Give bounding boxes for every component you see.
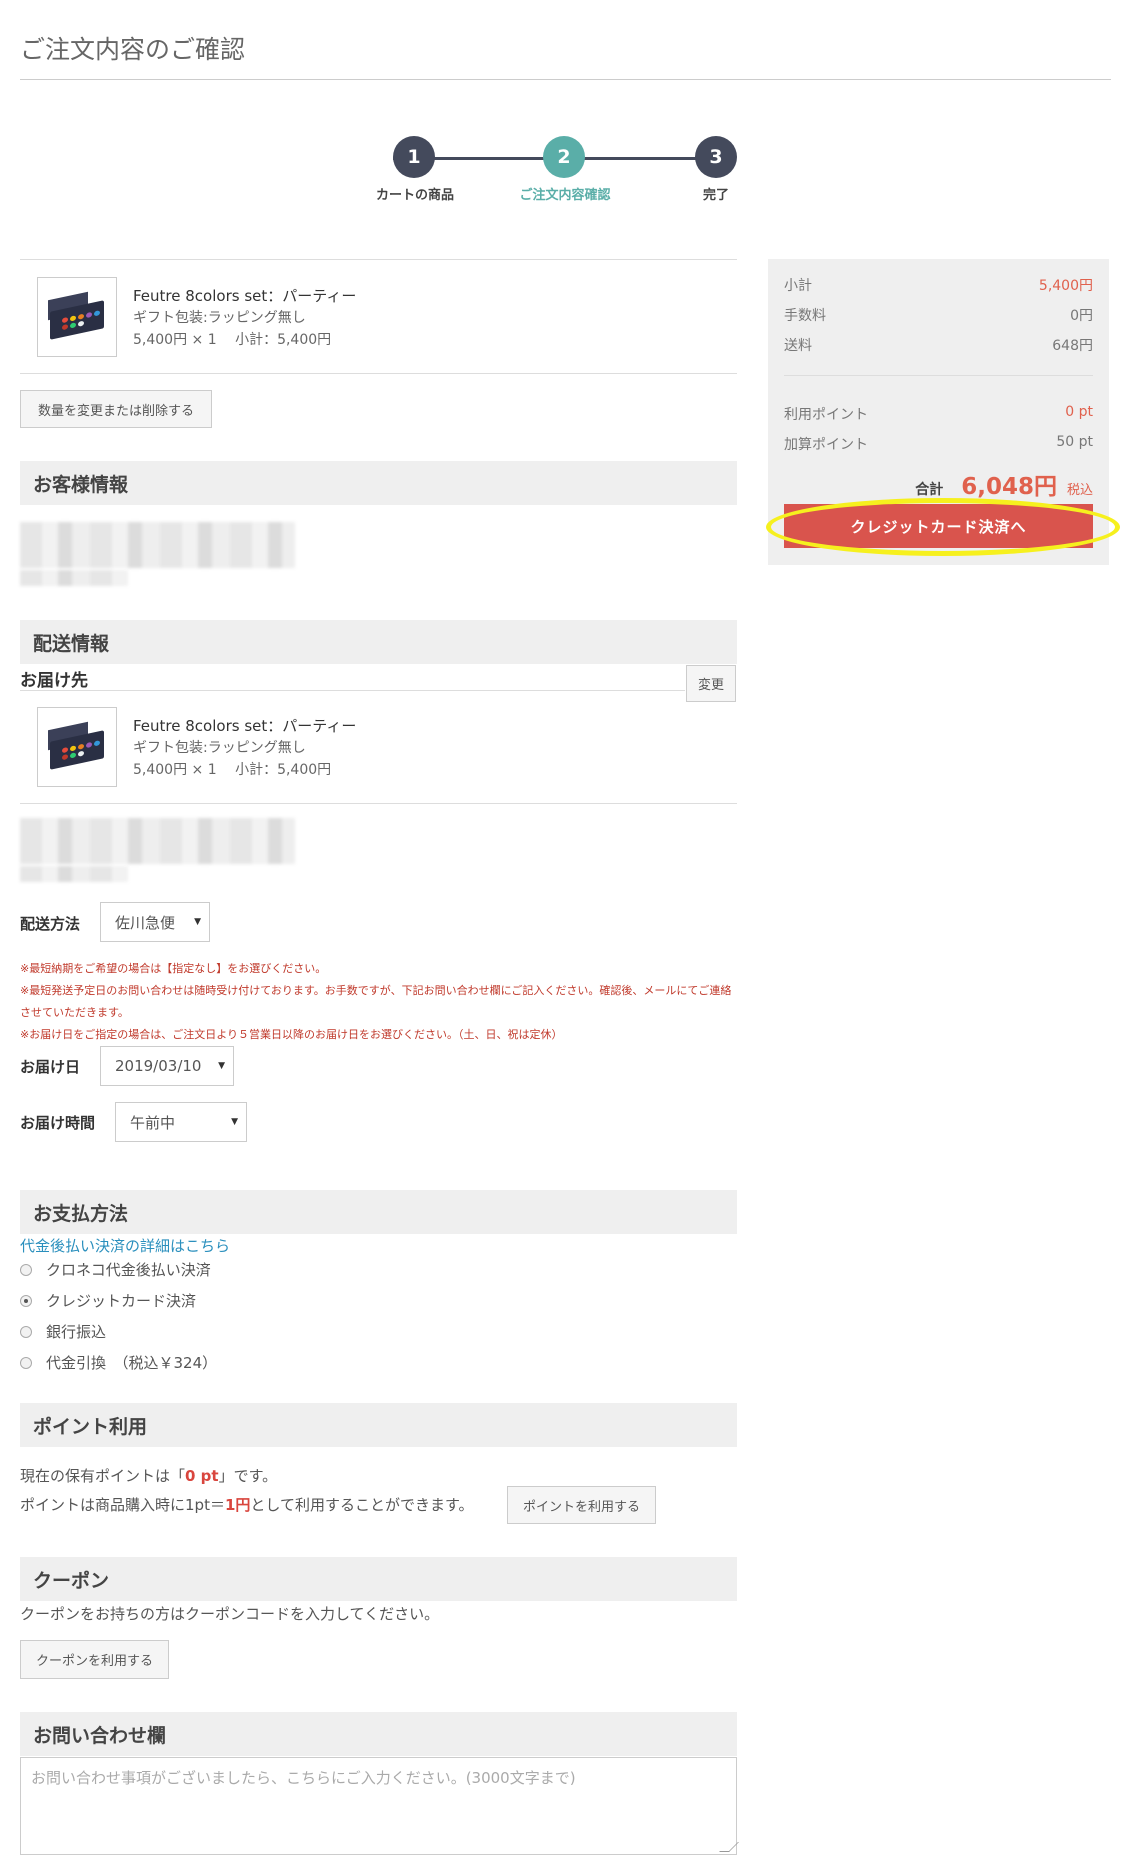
points-balance-text: 現在の保有ポイントは「0 pt」です。	[20, 1467, 278, 1485]
fee-label: 手数料	[784, 308, 826, 324]
shipping-method-label: 配送方法	[20, 915, 81, 933]
item-name: Feutre 8colors set：パーティー	[133, 717, 357, 735]
blurred-customer-info	[20, 570, 128, 586]
page-title: ご注文内容のご確認	[20, 35, 246, 64]
shipping-fee-row: 送料 648円	[784, 335, 1093, 355]
inquiry-header: お問い合わせ欄	[20, 1712, 737, 1756]
product-thumbnail	[37, 277, 117, 357]
tax-label: 税込	[1066, 483, 1093, 498]
inquiry-placeholder: お問い合わせ事項がございましたら、こちらにご入力ください。(3000文字まで)	[31, 1769, 576, 1787]
cart-item: Feutre 8colors set：パーティー ギフト包装:ラッピング無し 5…	[37, 277, 637, 357]
item-price: 5,400円 × 1 小計：5,400円	[133, 762, 332, 778]
step-1-label: カートの商品	[375, 188, 455, 203]
points-rate-text: ポイントは商品購入時に1pt＝1円として利用することができます。	[20, 1496, 474, 1514]
delivery-date-label: お届け日	[20, 1058, 81, 1076]
payment-option-bank-transfer[interactable]: 銀行振込	[20, 1321, 106, 1342]
delivery-time-select[interactable]: 午前中 ▼	[115, 1102, 247, 1142]
change-quantity-button[interactable]: 数量を変更または削除する	[20, 390, 212, 428]
step-2-circle: 2	[543, 136, 585, 178]
item-name: Feutre 8colors set：パーティー	[133, 287, 357, 305]
payment-option-label: クレジットカード決済	[46, 1292, 197, 1310]
radio-button-checked[interactable]	[20, 1294, 32, 1307]
earned-points-row: 加算ポイント 50 pt	[784, 434, 1093, 454]
blurred-address	[20, 818, 295, 864]
item-price: 5,400円 × 1 小計：5,400円	[133, 332, 332, 348]
divider	[20, 259, 737, 260]
payment-option-credit-card[interactable]: クレジットカード決済	[20, 1290, 196, 1311]
total-label: 合計	[915, 482, 944, 498]
points-rate-value: 1円	[224, 1496, 251, 1514]
step-3-circle: 3	[695, 136, 737, 178]
radio-button[interactable]	[20, 1263, 32, 1276]
summary-divider	[784, 375, 1093, 376]
fee-value: 0円	[1070, 308, 1093, 324]
subtotal-row: 小計 5,400円	[784, 275, 1093, 295]
use-points-button[interactable]: ポイントを利用する	[507, 1486, 656, 1524]
radio-button[interactable]	[20, 1356, 32, 1369]
payment-option-label: クロネコ代金後払い決済	[46, 1261, 211, 1279]
earned-points-label: 加算ポイント	[784, 437, 868, 453]
resize-grip-icon[interactable]	[719, 1842, 739, 1852]
shipping-note: ※最短発送予定日のお問い合わせは随時受け付けております。お手数ですが、下記お問い…	[20, 984, 732, 1019]
used-points-row: 利用ポイント 0 pt	[784, 404, 1093, 424]
coupon-header: クーポン	[20, 1557, 737, 1601]
dropdown-arrow-icon: ▼	[194, 917, 201, 927]
coupon-instructions: クーポンをお持ちの方はクーポンコードを入力してください。	[20, 1605, 440, 1623]
delivery-date-value: 2019/03/10	[115, 1057, 202, 1075]
radio-button[interactable]	[20, 1325, 32, 1338]
total-row: 合計 6,048円 税込	[915, 467, 1093, 501]
order-summary: 小計 5,400円 手数料 0円 送料 648円 利用ポイント 0 pt 加算ポ…	[768, 259, 1109, 565]
inquiry-textarea[interactable]: お問い合わせ事項がございましたら、こちらにご入力ください。(3000文字まで)	[20, 1757, 739, 1855]
shipping-method-value: 佐川急便	[115, 913, 176, 932]
payment-option-cod[interactable]: 代金引換 （税込￥324）	[20, 1352, 217, 1373]
points-balance-value: 0 pt	[185, 1467, 219, 1485]
points-header: ポイント利用	[20, 1403, 737, 1447]
credit-card-checkout-button[interactable]: クレジットカード決済へ	[784, 504, 1093, 548]
shipping-note: ※お届け日をご指定の場合は、ご注文日より５営業日以降のお届け日をお選びください。…	[20, 1028, 563, 1041]
total-value: 6,048円	[961, 474, 1057, 500]
destination-label: お届け先	[20, 671, 88, 691]
used-points-label: 利用ポイント	[784, 407, 868, 423]
subtotal-value: 5,400円	[1038, 278, 1093, 294]
divider	[20, 690, 685, 691]
shipping-fee-value: 648円	[1052, 338, 1093, 354]
payment-option-label: 代金引換 （税込￥324）	[46, 1354, 218, 1372]
shipping-note: ※最短納期をご希望の場合は【指定なし】をお選びください。	[20, 962, 327, 975]
step-2-label: ご注文内容確認	[519, 188, 611, 203]
step-1-circle: 1	[393, 136, 435, 178]
blurred-address	[20, 866, 128, 882]
divider	[20, 803, 737, 804]
payment-option-label: 銀行振込	[46, 1323, 107, 1341]
subtotal-label: 小計	[784, 278, 812, 294]
delivery-time-label: お届け時間	[20, 1114, 96, 1132]
delivery-time-value: 午前中	[130, 1113, 176, 1132]
shipping-item: Feutre 8colors set：パーティー ギフト包装:ラッピング無し 5…	[37, 707, 637, 787]
used-points-value: 0 pt	[1065, 404, 1093, 420]
item-gift: ギフト包装:ラッピング無し	[133, 310, 306, 326]
delivery-date-select[interactable]: 2019/03/10 ▼	[100, 1046, 234, 1086]
payment-option-kuroneko[interactable]: クロネコ代金後払い決済	[20, 1259, 211, 1280]
payment-details-link[interactable]: 代金後払い決済の詳細はこちら	[20, 1235, 230, 1256]
divider	[20, 373, 737, 374]
payment-header: お支払方法	[20, 1190, 737, 1234]
dropdown-arrow-icon: ▼	[218, 1061, 225, 1071]
use-coupon-button[interactable]: クーポンを利用する	[20, 1640, 169, 1679]
shipping-header: 配送情報	[20, 620, 737, 664]
change-destination-button[interactable]: 変更	[686, 665, 736, 702]
shipping-method-select[interactable]: 佐川急便 ▼	[100, 902, 210, 942]
step-3-label: 完了	[702, 188, 730, 203]
product-thumbnail	[37, 707, 117, 787]
earned-points-value: 50 pt	[1056, 434, 1093, 450]
shipping-fee-label: 送料	[784, 338, 812, 354]
checkout-steps: 1 2 3 カートの商品 ご注文内容確認 完了	[360, 136, 760, 206]
dropdown-arrow-icon: ▼	[231, 1117, 238, 1127]
fee-row: 手数料 0円	[784, 305, 1093, 325]
customer-info-header: お客様情報	[20, 461, 737, 505]
blurred-customer-info	[20, 522, 295, 568]
item-gift: ギフト包装:ラッピング無し	[133, 740, 306, 756]
title-divider	[20, 79, 1111, 80]
